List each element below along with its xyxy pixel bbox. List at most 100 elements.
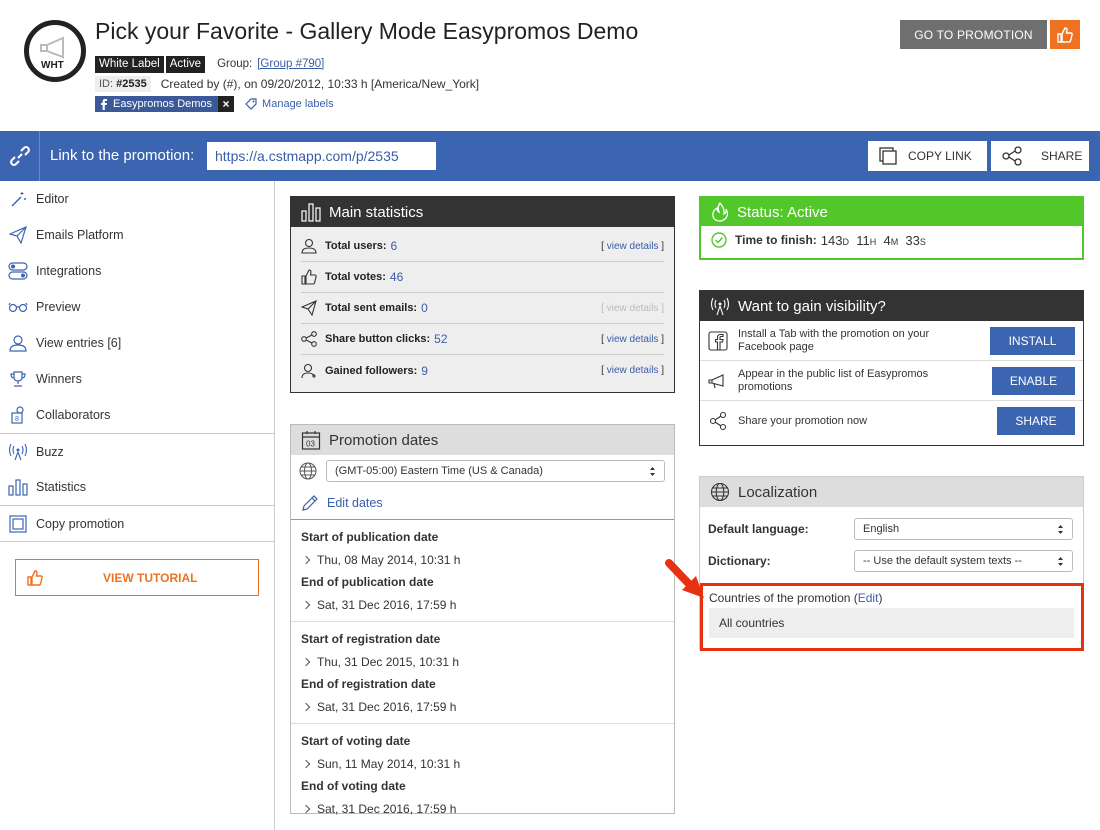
stat-value: 0 <box>421 301 428 315</box>
countdown-days-unit: D <box>842 236 849 247</box>
sidebar-item-emails[interactable]: Emails Platform <box>0 217 274 253</box>
dictionary-value: -- Use the default system texts -- <box>863 555 1022 567</box>
date-value: Sat, 31 Dec 2016, 17:59 h <box>317 801 457 816</box>
edit-dates-link[interactable]: Edit dates <box>291 487 674 520</box>
localization-title: Localization <box>738 483 818 501</box>
share-button[interactable]: SHARE <box>997 407 1075 435</box>
date-value-row: Thu, 31 Dec 2015, 10:31 h <box>301 648 664 675</box>
facebook-label[interactable]: Easypromos Demos <box>95 96 219 112</box>
default-language-label: Default language: <box>708 522 809 536</box>
tag-icon <box>245 98 257 110</box>
sidebar-item-label: Emails Platform <box>36 228 124 242</box>
sidebar-item-editor[interactable]: Editor <box>0 181 274 217</box>
sidebar-item-label: Collaborators <box>36 408 111 422</box>
default-language-select[interactable]: English <box>854 518 1073 540</box>
thumbs-up-icon <box>301 269 317 285</box>
group-label: Group: <box>217 58 253 70</box>
copy-icon <box>879 147 897 165</box>
go-to-promotion-button[interactable]: GO TO PROMOTION <box>900 20 1047 49</box>
stat-value: 9 <box>421 363 428 378</box>
view-details-text: view details <box>606 240 659 252</box>
main-statistics-header: Main statistics <box>291 197 674 227</box>
sidebar-item-view-entries[interactable]: View entries [6] <box>0 325 274 361</box>
date-value: Thu, 08 May 2014, 10:31 h <box>317 552 461 567</box>
paper-plane-icon <box>301 300 317 316</box>
calendar-day: 03 <box>306 440 315 449</box>
stat-gained-followers: Gained followers: 9 [ view details ] <box>301 355 664 386</box>
default-language-row: Default language: English <box>700 513 1083 545</box>
stat-total-users: Total users: 6 [ view details ] <box>301 231 664 262</box>
status-panel: Status: Active Time to finish: 143D 11H … <box>699 196 1084 260</box>
countdown-hours-unit: H <box>869 236 877 247</box>
sidebar-item-statistics[interactable]: Statistics <box>0 469 274 505</box>
default-language-value: English <box>863 523 900 535</box>
link-label: Link to the promotion: <box>50 147 195 164</box>
stat-share-button-clicks: Share button clicks: 52 [ view details ] <box>301 324 664 355</box>
share-label: SHARE <box>1041 149 1083 163</box>
stat-value: 52 <box>434 332 448 346</box>
select-arrows-icon <box>1058 524 1063 534</box>
sidebar-item-buzz[interactable]: Buzz <box>0 433 274 469</box>
promotion-logo: WHT <box>24 20 86 82</box>
view-details-text: view details <box>606 365 659 376</box>
date-label: End of publication date <box>301 575 434 589</box>
date-value: Sun, 11 May 2014, 10:31 h <box>317 756 461 771</box>
chevron-right-icon <box>301 702 311 711</box>
visibility-header: Want to gain visibility? <box>700 291 1083 321</box>
timezone-select[interactable]: (GMT-05:00) Eastern Time (US & Canada) <box>326 460 665 482</box>
page-header: WHT Pick your Favorite - Gallery Mode Ea… <box>0 0 1100 131</box>
globe-icon <box>710 482 730 502</box>
stat-value: 6 <box>390 239 398 253</box>
dictionary-select[interactable]: -- Use the default system texts -- <box>854 550 1073 572</box>
follower-icon <box>301 363 316 378</box>
main-statistics-title: Main statistics <box>329 203 424 221</box>
share-promotion-text: Share your promotion now <box>738 414 868 427</box>
manage-labels-link[interactable]: Manage labels <box>244 97 334 111</box>
enable-button[interactable]: ENABLE <box>992 366 1075 395</box>
promotion-url-field[interactable]: https://a.cstmapp.com/p/2535 <box>207 142 436 170</box>
stat-label: Total users: <box>325 240 387 252</box>
sidebar-item-winners[interactable]: Winners <box>0 361 274 397</box>
status-title: Status: Active <box>737 203 828 221</box>
sidebar-item-collaborators[interactable]: 8 Collaborators <box>0 397 274 433</box>
view-tutorial-button[interactable]: VIEW TUTORIAL <box>15 559 259 596</box>
status-badge: Active <box>165 55 206 73</box>
install-button[interactable]: INSTALL <box>990 326 1075 355</box>
public-list-text: Appear in the public list of Easypromos … <box>738 367 929 393</box>
trophy-icon <box>8 369 28 389</box>
time-to-finish-label: Time to finish: <box>735 233 817 247</box>
date-value-row: Sat, 31 Dec 2016, 17:59 h <box>301 693 664 720</box>
chevron-right-icon <box>301 555 311 564</box>
date-value-row: Sat, 31 Dec 2016, 17:59 h <box>301 591 664 618</box>
link-icon-box <box>0 131 40 181</box>
countdown-days: 143 <box>820 232 843 248</box>
id-label: ID: <box>99 78 114 90</box>
sidebar-item-copy-promotion[interactable]: Copy promotion <box>0 505 274 541</box>
stat-label: Total sent emails: <box>325 302 418 314</box>
promotion-dates-header: 03 Promotion dates <box>291 425 674 455</box>
remove-label-button[interactable]: × <box>218 96 235 112</box>
sidebar-item-integrations[interactable]: Integrations <box>0 253 274 289</box>
view-details-link[interactable]: [ view details ] <box>601 241 664 252</box>
share-link-button[interactable]: SHARE <box>991 141 1089 171</box>
facebook-icon <box>101 99 107 110</box>
localization-header: Localization <box>700 477 1083 507</box>
sidebar-item-preview[interactable]: Preview <box>0 289 274 325</box>
facebook-icon <box>708 330 728 351</box>
date-value: Sat, 31 Dec 2016, 17:59 h <box>317 699 457 714</box>
view-details-link[interactable]: [ view details ] <box>601 334 664 345</box>
like-button[interactable] <box>1050 20 1080 49</box>
bar-chart-icon <box>8 477 28 497</box>
copy-link-button[interactable]: COPY LINK <box>868 141 987 171</box>
group-link[interactable]: [Group #790] <box>257 58 324 70</box>
sidebar-item-label: Statistics <box>36 480 87 494</box>
share-icon <box>1002 146 1022 166</box>
stat-label: Total votes: <box>325 271 386 283</box>
stat-total-votes: Total votes: 46 <box>301 262 664 293</box>
view-details-link[interactable]: [ view details ] <box>601 365 664 376</box>
chevron-right-icon <box>301 804 311 813</box>
sidebar-item-label: Editor <box>36 192 69 206</box>
sidebar-item-label: Buzz <box>36 444 64 459</box>
link-icon <box>9 146 30 166</box>
share-icon <box>301 331 317 347</box>
